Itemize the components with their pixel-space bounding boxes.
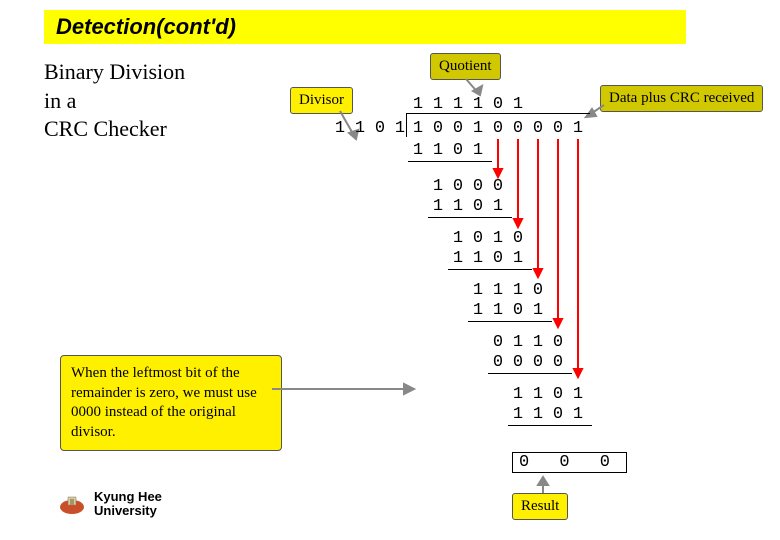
digit: 0 [490,177,506,196]
digit: 1 [470,301,486,320]
digit: 1 [332,119,348,138]
digit: 0 [372,119,388,138]
note-arrow-icon [270,375,420,405]
digit: 0 [490,353,506,372]
digit: 1 [490,197,506,216]
uni-line: Kyung Hee [94,489,162,504]
digit: 1 [570,405,586,424]
digit: 1 [430,197,446,216]
digit: 1 [510,405,526,424]
digit: 0 [470,177,486,196]
digit: 1 [510,333,526,352]
digit: 1 [570,385,586,404]
digit: 0 [530,281,546,300]
subtract-bar [408,161,492,162]
digit: 0 [510,229,526,248]
subtract-bar [428,217,512,218]
subtract-bar [468,321,552,322]
digit: 1 [510,249,526,268]
subtract-bar [508,425,592,426]
subtitle-line: in a [44,88,76,113]
digit: 1 [410,119,426,138]
digit: 1 [530,405,546,424]
digit: 1 [450,249,466,268]
digit: 1 [430,141,446,160]
digit: 1 [510,95,526,114]
title-text: Detection(cont'd) [56,14,236,40]
digit: 0 [510,301,526,320]
subtitle-line: CRC Checker [44,116,167,141]
digit: 1 [510,281,526,300]
digit: 1 [470,141,486,160]
digit: 0 [490,249,506,268]
digit: 1 [450,229,466,248]
digit: 1 [430,95,446,114]
digit: 1 [570,119,586,138]
digit: 0 [550,385,566,404]
digit: 0 [550,333,566,352]
data-crc-label: Data plus CRC received [600,85,763,112]
digit: 1 [470,119,486,138]
digit: 0 [470,229,486,248]
digit: 1 [410,95,426,114]
digit: 0 [510,353,526,372]
digit: 0 [530,353,546,372]
digit: 1 [430,177,446,196]
digit: 1 [490,229,506,248]
page-title: Detection(cont'd) [44,10,686,44]
digit: 1 [450,197,466,216]
digit: 1 [510,385,526,404]
digit: 1 [490,301,506,320]
digit: 1 [530,301,546,320]
digit: 1 [470,249,486,268]
uni-line: University [94,503,157,518]
digit: 1 [490,281,506,300]
digit: 0 [490,95,506,114]
division-diagram: Quotient Divisor Data plus CRC received … [250,55,770,525]
digit: 0 [550,353,566,372]
digit: 1 [450,95,466,114]
digit: 1 [530,385,546,404]
digit: 0 [510,119,526,138]
subtitle-line: Binary Division [44,59,185,84]
digit: 0 [490,119,506,138]
result-arrow-icon [534,473,552,495]
digit: 1 [470,95,486,114]
digit: 0 [490,333,506,352]
digit: 0 [550,405,566,424]
result-value: 0 0 0 [512,452,627,473]
result-label: Result [512,493,568,520]
digit: 1 [530,333,546,352]
digit: 1 [410,141,426,160]
digit: 0 [450,177,466,196]
digit: 0 [450,119,466,138]
subtract-bar [448,269,532,270]
university-footer: Kyung Hee University [58,490,162,519]
digit: 0 [530,119,546,138]
digit: 1 [352,119,368,138]
division-bar [406,113,590,114]
digit: 0 [550,119,566,138]
note-box: When the leftmost bit of the remainder i… [60,355,282,451]
digit: 0 [430,119,446,138]
university-name: Kyung Hee University [94,490,162,519]
subtract-bar [488,373,572,374]
digit: 0 [470,197,486,216]
digit: 1 [470,281,486,300]
digit: 0 [450,141,466,160]
subtitle: Binary Division in a CRC Checker [44,58,185,144]
university-logo-icon [58,493,86,515]
division-bar-v [406,113,407,137]
